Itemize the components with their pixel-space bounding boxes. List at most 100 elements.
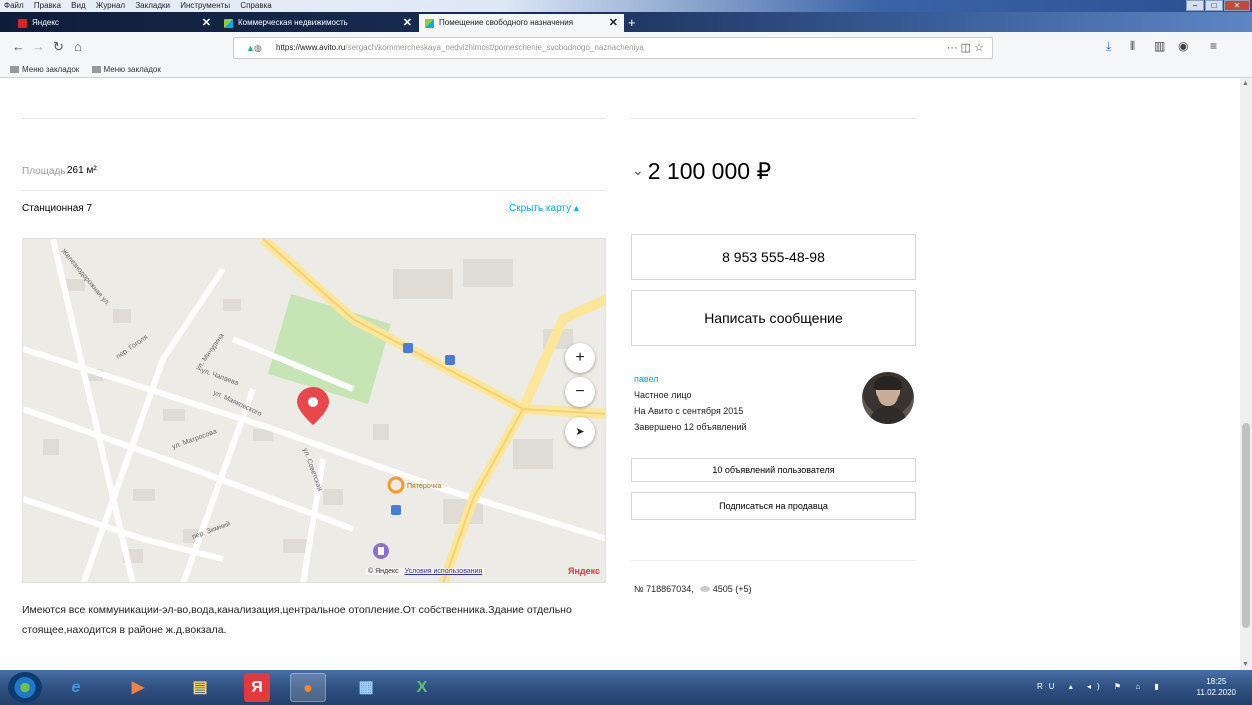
windows-taskbar: e ▶ ▤ Я ● ▦ X RU ▴ ◂) ⚑ ⌂ ▮ 18:25 11.02.… bbox=[0, 670, 1252, 705]
excel-icon[interactable]: X bbox=[404, 673, 440, 702]
bus-stop-icon[interactable] bbox=[391, 505, 401, 515]
seller-name-link[interactable]: павел bbox=[634, 374, 659, 384]
area-value: 261 м² bbox=[67, 165, 97, 176]
shield-icon[interactable]: ◍ bbox=[254, 38, 262, 58]
map-copyright: © Яндекс bbox=[368, 568, 399, 575]
menu-help[interactable]: Справка bbox=[236, 0, 275, 12]
tab-title: Яндекс bbox=[32, 18, 59, 27]
yandex-map[interactable]: ул. Чапаева пер. Гоголя ул. Мичурина ул.… bbox=[22, 238, 606, 583]
ad-number: № 718867034, bbox=[634, 584, 694, 594]
reload-icon[interactable]: ↻ bbox=[53, 40, 64, 54]
media-player-icon[interactable]: ▶ bbox=[120, 673, 156, 702]
divider bbox=[631, 560, 916, 561]
yandex-map-logo: Яндекс bbox=[568, 566, 601, 576]
geolocation-button[interactable]: ➤ bbox=[565, 417, 595, 447]
clock[interactable]: 18:25 11.02.2020 bbox=[1197, 676, 1236, 698]
app-icon[interactable]: ▦ bbox=[348, 673, 384, 702]
chevron-down-icon[interactable]: ⌄ bbox=[632, 162, 644, 178]
menu-history[interactable]: Журнал bbox=[92, 0, 129, 12]
downloads-icon[interactable]: ⤓ bbox=[1106, 39, 1111, 53]
start-button[interactable] bbox=[8, 672, 42, 703]
menu-tools[interactable]: Инструменты bbox=[176, 0, 234, 12]
tab-bar: Яндекс ✕ Коммерческая недвижимость ✕ Пом… bbox=[0, 12, 1252, 32]
area-label: Площадь: bbox=[22, 166, 69, 177]
yandex-browser-icon[interactable]: Я bbox=[244, 673, 270, 702]
bookmarks-menu-item[interactable]: Меню закладок bbox=[92, 62, 161, 78]
account-icon[interactable]: ◉ bbox=[1178, 39, 1188, 53]
firefox-icon[interactable]: ● bbox=[290, 673, 326, 702]
seller-avatar[interactable] bbox=[862, 372, 914, 424]
scroll-down-icon[interactable]: ▼ bbox=[1242, 661, 1249, 668]
avito-favicon-icon bbox=[224, 19, 233, 28]
browser-menubar: Файл Правка Вид Журнал Закладки Инструме… bbox=[0, 0, 1252, 12]
scroll-thumb[interactable] bbox=[1242, 423, 1250, 628]
file-explorer-icon[interactable]: ▤ bbox=[182, 673, 218, 702]
tab-commercial-realty[interactable]: Коммерческая недвижимость ✕ bbox=[218, 14, 418, 32]
seller-since: На Авито с сентября 2015 bbox=[634, 406, 744, 416]
map-terms-link[interactable]: Условия использования bbox=[405, 568, 483, 575]
window-controls: – □ ✕ bbox=[1185, 0, 1250, 12]
url-text: https://www.avito.ru/sergach/kommerchesk… bbox=[276, 38, 644, 58]
tab-title: Коммерческая недвижимость bbox=[238, 18, 348, 27]
locate-arrow-icon: ➤ bbox=[575, 426, 585, 438]
location-pin-icon[interactable] bbox=[297, 387, 329, 425]
sidebar-icon[interactable]: ▥ bbox=[1154, 39, 1165, 53]
back-icon[interactable]: ← bbox=[12, 40, 25, 54]
write-message-button[interactable]: Написать сообщение bbox=[631, 290, 916, 346]
bus-stop-icon[interactable] bbox=[445, 355, 455, 365]
avito-favicon-icon bbox=[425, 19, 434, 28]
scroll-up-icon[interactable]: ▲ bbox=[1242, 80, 1249, 87]
zoom-out-button[interactable]: − bbox=[565, 377, 595, 407]
close-window-icon[interactable]: ✕ bbox=[1224, 0, 1250, 11]
map-canvas: ул. Чапаева пер. Гоголя ул. Мичурина ул.… bbox=[23, 239, 605, 582]
page-scrollbar[interactable]: ▲ ▼ bbox=[1240, 78, 1252, 670]
map-attribution: © Яндекс Условия использования bbox=[366, 568, 485, 575]
poi-icon[interactable] bbox=[373, 543, 389, 559]
url-domain: https://www.avito.ru bbox=[276, 43, 346, 52]
language-indicator[interactable]: RU bbox=[1037, 682, 1061, 691]
bus-stop-icon[interactable] bbox=[403, 343, 413, 353]
home-icon[interactable]: ⌂ bbox=[74, 40, 82, 54]
listing-description: Имеются все коммуникации-эл-во,вода,кана… bbox=[22, 604, 572, 636]
street-label: ул. Чапаева bbox=[200, 367, 239, 387]
yandex-favicon-icon bbox=[18, 19, 27, 28]
page-actions-icon[interactable]: ··· ◫ ☆ bbox=[947, 38, 984, 58]
url-path: /sergach/kommercheskaya_nedvizhimost/pom… bbox=[345, 43, 644, 52]
shop-poi-label: Пятерочка bbox=[407, 483, 441, 490]
view-count: 4505 (+5) bbox=[712, 584, 752, 594]
divider bbox=[22, 190, 607, 191]
street-label: пер. Гоголя bbox=[115, 334, 149, 361]
tab-yandex[interactable]: Яндекс ✕ bbox=[12, 14, 217, 32]
clock-date: 11.02.2020 bbox=[1196, 688, 1236, 697]
hamburger-menu-icon[interactable]: ≡ bbox=[1210, 39, 1217, 53]
subscribe-seller-button[interactable]: Подписаться на продавца bbox=[631, 492, 916, 520]
menu-view[interactable]: Вид bbox=[67, 0, 89, 12]
tab-active-listing[interactable]: Помещение свободного назначения ✕ bbox=[419, 14, 624, 32]
tray-icons[interactable]: RU ▴ ◂) ⚑ ⌂ ▮ bbox=[1037, 682, 1165, 691]
menu-edit[interactable]: Правка bbox=[30, 0, 65, 12]
divider bbox=[22, 118, 606, 119]
user-ads-button[interactable]: 10 объявлений пользователя bbox=[631, 458, 916, 482]
show-phone-button[interactable]: 8 953 555-48-98 bbox=[631, 234, 916, 280]
new-tab-button[interactable]: + bbox=[628, 16, 636, 30]
ad-meta: № 718867034, 4505 (+5) bbox=[634, 584, 752, 594]
park-area bbox=[268, 294, 391, 404]
menu-bookmarks[interactable]: Закладки bbox=[131, 0, 174, 12]
hide-map-link[interactable]: Скрыть карту ▴ bbox=[509, 203, 579, 214]
maximize-icon[interactable]: □ bbox=[1205, 0, 1223, 11]
bookmarks-menu-item[interactable]: Меню закладок bbox=[10, 62, 79, 78]
tab-close-icon[interactable]: ✕ bbox=[609, 14, 618, 32]
library-icon[interactable]: ⫴ bbox=[1130, 39, 1135, 53]
navigation-bar: ← → ↻ ⌂ ◍ ▲ https://www.avito.ru/sergach… bbox=[0, 32, 1252, 62]
chevron-up-icon: ▴ bbox=[573, 203, 579, 214]
address-bar[interactable]: ◍ ▲ https://www.avito.ru/sergach/kommerc… bbox=[233, 37, 993, 59]
tab-close-icon[interactable]: ✕ bbox=[202, 14, 211, 32]
tab-close-icon[interactable]: ✕ bbox=[403, 14, 412, 32]
zoom-in-button[interactable]: + bbox=[565, 343, 595, 373]
system-tray: RU ▴ ◂) ⚑ ⌂ ▮ 18:25 11.02.2020 bbox=[1027, 670, 1252, 705]
ie-icon[interactable]: e bbox=[58, 673, 94, 702]
menu-file[interactable]: Файл bbox=[0, 0, 28, 12]
lock-icon[interactable]: ▲ bbox=[246, 38, 255, 58]
minimize-icon[interactable]: – bbox=[1186, 0, 1204, 11]
forward-icon[interactable]: → bbox=[32, 40, 45, 54]
